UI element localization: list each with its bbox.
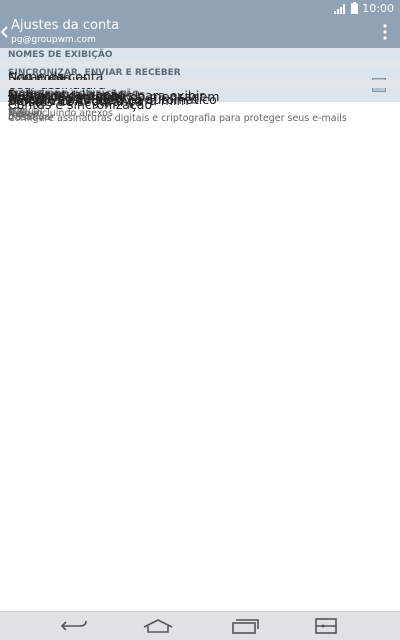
overflow-menu-icon[interactable] [382,24,388,40]
navigation-bar [0,611,400,640]
home-icon[interactable] [138,616,178,636]
nav-back-icon[interactable] [54,616,94,636]
battery-icon [351,2,359,14]
section-header-display-names: NOMES DE EXIBIÇÃO [0,48,400,62]
signal-icon [334,3,346,14]
back-icon[interactable] [0,22,10,42]
setting-signature[interactable]: Assinatura Enviado do meu tablet LG [0,65,400,102]
recent-apps-icon[interactable] [224,616,264,636]
status-bar: 10:00 [0,0,400,16]
page-title: Ajustes da conta [11,18,120,33]
status-icons: 10:00 [334,1,394,15]
account-email: pg@groupwm.com [11,35,96,45]
status-time: 10:00 [362,1,394,15]
settings-list: NOMES DE EXIBIÇÃO Nome da conta Groupwm … [0,48,400,611]
dual-window-icon[interactable] [306,616,346,636]
setting-summary: Configure assinaturas digitais e criptog… [8,113,347,124]
action-bar: Ajustes da conta pg@groupwm.com [0,16,400,48]
setting-security[interactable]: Ajustes de segurança Configure assinatur… [0,87,400,124]
setting-title: Ajustes de segurança [8,94,143,109]
